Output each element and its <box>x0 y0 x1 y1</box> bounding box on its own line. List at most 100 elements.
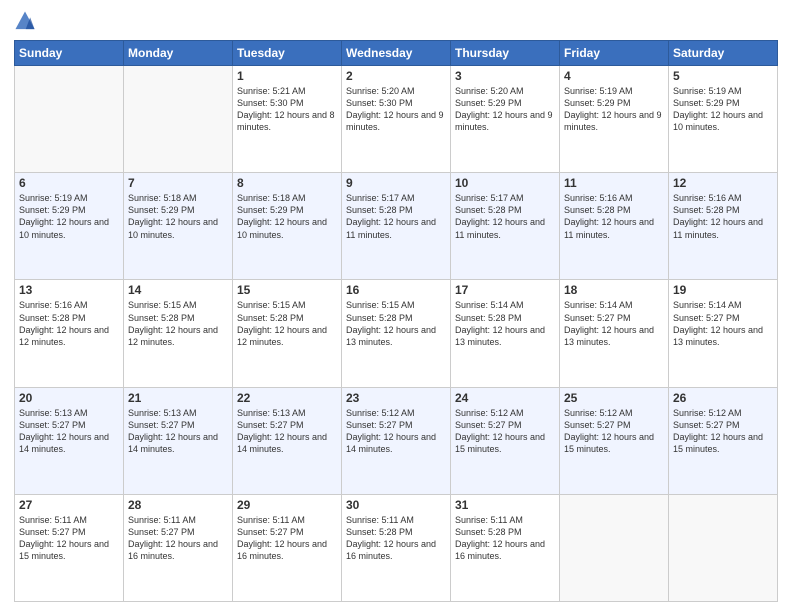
day-info: Sunrise: 5:11 AM Sunset: 5:28 PM Dayligh… <box>346 514 446 563</box>
table-row: 19Sunrise: 5:14 AM Sunset: 5:27 PM Dayli… <box>669 280 778 387</box>
day-number: 13 <box>19 283 119 297</box>
day-number: 3 <box>455 69 555 83</box>
table-row: 15Sunrise: 5:15 AM Sunset: 5:28 PM Dayli… <box>233 280 342 387</box>
table-row: 10 Sunrise: 5:17 AM Sunset: 5:28 PM Dayli… <box>451 173 560 280</box>
table-row: 18 Sunrise: 5:14 AM Sunset: 5:27 PM Dayli… <box>560 280 669 387</box>
day-info: Sunrise: 5:15 AM Sunset: 5:28 PM Dayligh… <box>128 299 228 348</box>
logo-icon <box>14 10 36 32</box>
table-row: 28 Sunrise: 5:11 AM Sunset: 5:27 PM Dayli… <box>124 494 233 601</box>
day-info: Sunrise: 5:20 AM Sunset: 5:30 PM Dayligh… <box>346 85 446 134</box>
day-number: 18 <box>564 283 664 297</box>
calendar-week-row: 20 Sunrise: 5:13 AM Sunset: 5:27 PM Dayli… <box>15 387 778 494</box>
day-number: 17 <box>455 283 555 297</box>
col-friday: Friday <box>560 41 669 66</box>
day-number: 7 <box>128 176 228 190</box>
calendar-week-row: 1 Sunrise: 5:21 AM Sunset: 5:30 PM Daylig… <box>15 66 778 173</box>
table-row: 12Sunrise: 5:16 AM Sunset: 5:28 PM Dayli… <box>669 173 778 280</box>
table-row: 13 Sunrise: 5:16 AM Sunset: 5:28 PM Dayli… <box>15 280 124 387</box>
day-info: Sunrise: 5:19 AM Sunset: 5:29 PM Dayligh… <box>564 85 664 134</box>
day-number: 5 <box>673 69 773 83</box>
day-number: 31 <box>455 498 555 512</box>
col-wednesday: Wednesday <box>342 41 451 66</box>
day-info: Sunrise: 5:16 AM Sunset: 5:28 PM Dayligh… <box>564 192 664 241</box>
day-info: Sunrise: 5:18 AM Sunset: 5:29 PM Dayligh… <box>128 192 228 241</box>
day-info: Sunrise: 5:11 AM Sunset: 5:27 PM Dayligh… <box>19 514 119 563</box>
table-row: 1 Sunrise: 5:21 AM Sunset: 5:30 PM Daylig… <box>233 66 342 173</box>
day-number: 14 <box>128 283 228 297</box>
day-number: 29 <box>237 498 337 512</box>
col-saturday: Saturday <box>669 41 778 66</box>
day-info: Sunrise: 5:17 AM Sunset: 5:28 PM Dayligh… <box>455 192 555 241</box>
table-row: 27 Sunrise: 5:11 AM Sunset: 5:27 PM Dayli… <box>15 494 124 601</box>
col-sunday: Sunday <box>15 41 124 66</box>
day-info: Sunrise: 5:11 AM Sunset: 5:27 PM Dayligh… <box>128 514 228 563</box>
logo <box>14 10 40 32</box>
day-number: 1 <box>237 69 337 83</box>
table-row: 29 Sunrise: 5:11 AM Sunset: 5:27 PM Dayli… <box>233 494 342 601</box>
day-info: Sunrise: 5:13 AM Sunset: 5:27 PM Dayligh… <box>237 407 337 456</box>
day-number: 19 <box>673 283 773 297</box>
day-info: Sunrise: 5:14 AM Sunset: 5:27 PM Dayligh… <box>564 299 664 348</box>
table-row: 8Sunrise: 5:18 AM Sunset: 5:29 PM Daylig… <box>233 173 342 280</box>
day-number: 30 <box>346 498 446 512</box>
day-number: 15 <box>237 283 337 297</box>
table-row <box>669 494 778 601</box>
day-info: Sunrise: 5:19 AM Sunset: 5:29 PM Dayligh… <box>19 192 119 241</box>
day-number: 27 <box>19 498 119 512</box>
header <box>14 10 778 32</box>
day-number: 16 <box>346 283 446 297</box>
day-info: Sunrise: 5:11 AM Sunset: 5:28 PM Dayligh… <box>455 514 555 563</box>
day-number: 12 <box>673 176 773 190</box>
table-row: 14 Sunrise: 5:15 AM Sunset: 5:28 PM Dayli… <box>124 280 233 387</box>
table-row: 21Sunrise: 5:13 AM Sunset: 5:27 PM Dayli… <box>124 387 233 494</box>
table-row: 20 Sunrise: 5:13 AM Sunset: 5:27 PM Dayli… <box>15 387 124 494</box>
day-info: Sunrise: 5:11 AM Sunset: 5:27 PM Dayligh… <box>237 514 337 563</box>
table-row: 25 Sunrise: 5:12 AM Sunset: 5:27 PM Dayli… <box>560 387 669 494</box>
day-number: 28 <box>128 498 228 512</box>
day-number: 23 <box>346 391 446 405</box>
day-info: Sunrise: 5:21 AM Sunset: 5:30 PM Dayligh… <box>237 85 337 134</box>
table-row: 3Sunrise: 5:20 AM Sunset: 5:29 PM Daylig… <box>451 66 560 173</box>
calendar-week-row: 6 Sunrise: 5:19 AM Sunset: 5:29 PM Daylig… <box>15 173 778 280</box>
table-row: 5 Sunrise: 5:19 AM Sunset: 5:29 PM Daylig… <box>669 66 778 173</box>
day-info: Sunrise: 5:13 AM Sunset: 5:27 PM Dayligh… <box>19 407 119 456</box>
day-number: 26 <box>673 391 773 405</box>
page: Sunday Monday Tuesday Wednesday Thursday… <box>0 0 792 612</box>
table-row: 4Sunrise: 5:19 AM Sunset: 5:29 PM Daylig… <box>560 66 669 173</box>
table-row: 7 Sunrise: 5:18 AM Sunset: 5:29 PM Daylig… <box>124 173 233 280</box>
table-row: 6 Sunrise: 5:19 AM Sunset: 5:29 PM Daylig… <box>15 173 124 280</box>
table-row: 31 Sunrise: 5:11 AM Sunset: 5:28 PM Dayli… <box>451 494 560 601</box>
calendar-table: Sunday Monday Tuesday Wednesday Thursday… <box>14 40 778 602</box>
table-row: 22Sunrise: 5:13 AM Sunset: 5:27 PM Dayli… <box>233 387 342 494</box>
table-row <box>15 66 124 173</box>
day-info: Sunrise: 5:12 AM Sunset: 5:27 PM Dayligh… <box>346 407 446 456</box>
day-info: Sunrise: 5:17 AM Sunset: 5:28 PM Dayligh… <box>346 192 446 241</box>
day-info: Sunrise: 5:16 AM Sunset: 5:28 PM Dayligh… <box>19 299 119 348</box>
calendar-header-row: Sunday Monday Tuesday Wednesday Thursday… <box>15 41 778 66</box>
day-info: Sunrise: 5:19 AM Sunset: 5:29 PM Dayligh… <box>673 85 773 134</box>
day-info: Sunrise: 5:12 AM Sunset: 5:27 PM Dayligh… <box>455 407 555 456</box>
table-row: 24 Sunrise: 5:12 AM Sunset: 5:27 PM Dayli… <box>451 387 560 494</box>
table-row: 2 Sunrise: 5:20 AM Sunset: 5:30 PM Daylig… <box>342 66 451 173</box>
day-info: Sunrise: 5:12 AM Sunset: 5:27 PM Dayligh… <box>673 407 773 456</box>
table-row <box>124 66 233 173</box>
col-monday: Monday <box>124 41 233 66</box>
day-number: 24 <box>455 391 555 405</box>
day-number: 2 <box>346 69 446 83</box>
table-row: 17 Sunrise: 5:14 AM Sunset: 5:28 PM Dayli… <box>451 280 560 387</box>
col-tuesday: Tuesday <box>233 41 342 66</box>
day-number: 25 <box>564 391 664 405</box>
table-row: 23 Sunrise: 5:12 AM Sunset: 5:27 PM Dayli… <box>342 387 451 494</box>
table-row: 26 Sunrise: 5:12 AM Sunset: 5:27 PM Dayli… <box>669 387 778 494</box>
day-number: 20 <box>19 391 119 405</box>
day-info: Sunrise: 5:15 AM Sunset: 5:28 PM Dayligh… <box>346 299 446 348</box>
day-number: 10 <box>455 176 555 190</box>
table-row: 16 Sunrise: 5:15 AM Sunset: 5:28 PM Dayli… <box>342 280 451 387</box>
day-info: Sunrise: 5:13 AM Sunset: 5:27 PM Dayligh… <box>128 407 228 456</box>
day-info: Sunrise: 5:12 AM Sunset: 5:27 PM Dayligh… <box>564 407 664 456</box>
table-row: 30 Sunrise: 5:11 AM Sunset: 5:28 PM Dayli… <box>342 494 451 601</box>
day-number: 6 <box>19 176 119 190</box>
calendar-week-row: 27 Sunrise: 5:11 AM Sunset: 5:27 PM Dayli… <box>15 494 778 601</box>
table-row: 9Sunrise: 5:17 AM Sunset: 5:28 PM Daylig… <box>342 173 451 280</box>
day-info: Sunrise: 5:14 AM Sunset: 5:28 PM Dayligh… <box>455 299 555 348</box>
